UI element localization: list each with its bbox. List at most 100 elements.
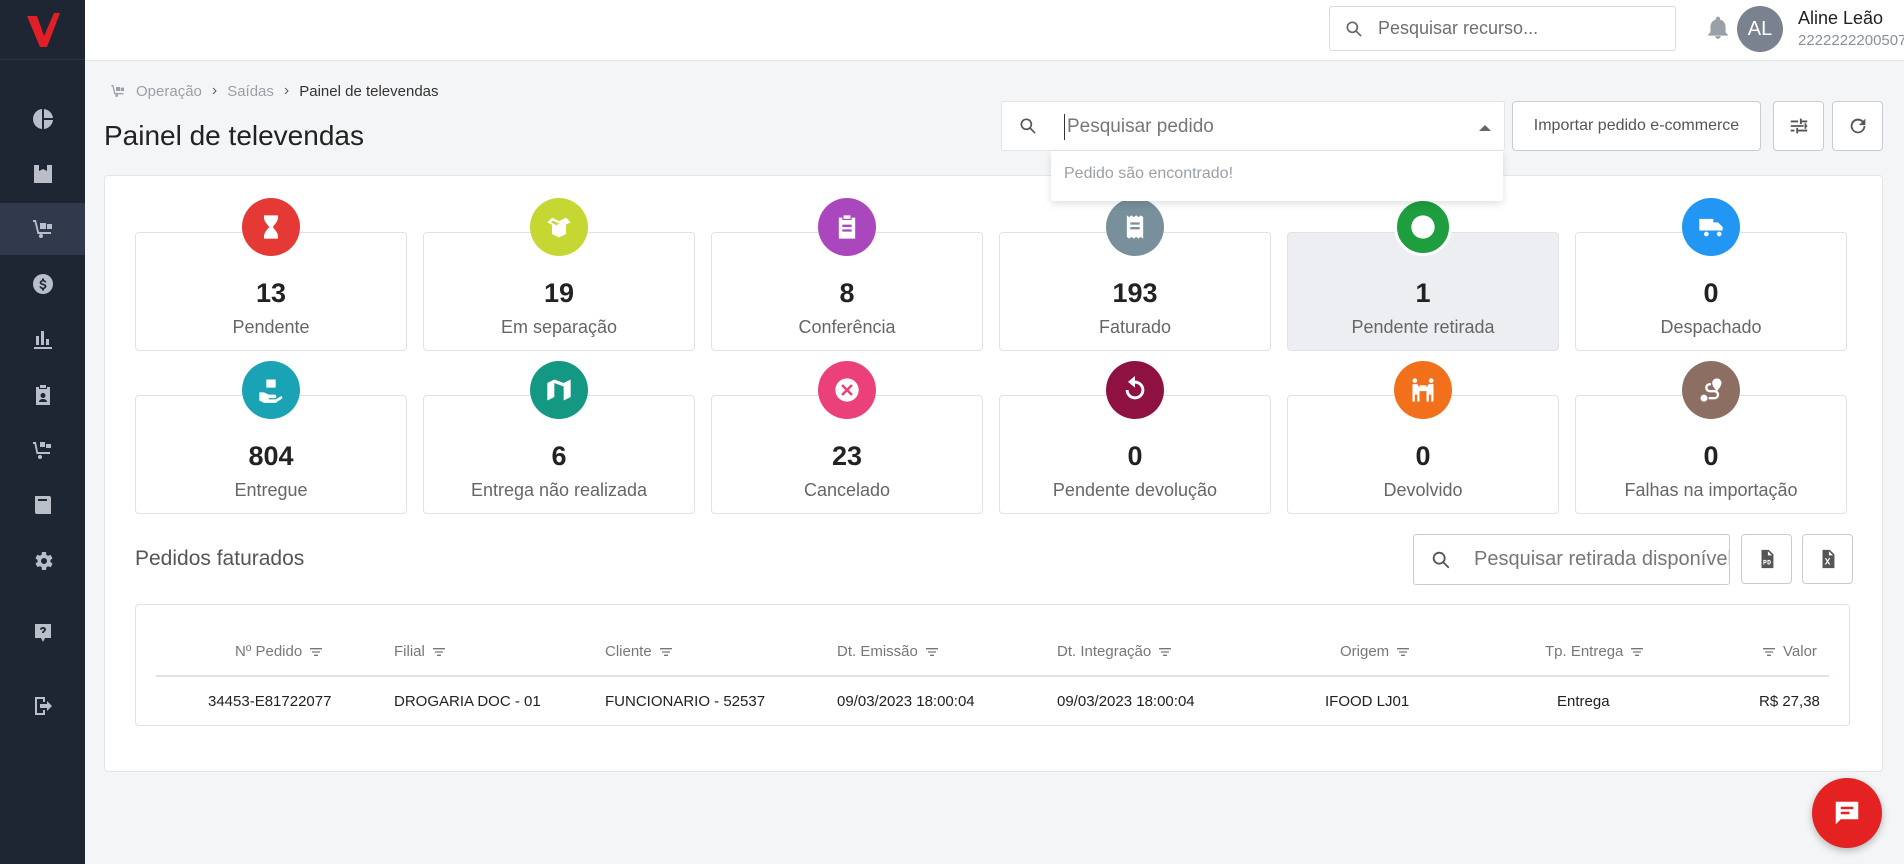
export-pdf-button[interactable] (1741, 534, 1792, 584)
stat-count: 0 (1703, 441, 1719, 471)
stat-em-separacao[interactable]: 19 Em separação (423, 198, 695, 351)
cell-origem: IFOOD LJ01 (1325, 693, 1410, 710)
map-icon (547, 379, 571, 401)
hourglass-icon (264, 215, 278, 239)
stat-label: Pendente retirada (1351, 317, 1495, 337)
filter-icon (1763, 647, 1775, 656)
people-carry-icon (1412, 378, 1434, 402)
file-pdf-icon (1761, 549, 1773, 569)
stat-pendente-devolucao[interactable]: 0 Pendente devolução (999, 361, 1271, 514)
nav-help[interactable] (0, 607, 85, 659)
stat-falhas-importacao[interactable]: 0 Falhas na importação (1575, 361, 1847, 514)
breadcrumb-operacao[interactable]: Operação (136, 83, 202, 100)
filter-settings-button[interactable] (1773, 101, 1824, 151)
column-header-valor[interactable]: Valor (1761, 643, 1817, 660)
search-icon (1432, 551, 1450, 568)
pie-chart-icon (32, 109, 53, 129)
column-header-filial[interactable]: Filial (394, 643, 447, 660)
nav-operation[interactable] (0, 203, 85, 255)
stat-count: 804 (248, 441, 294, 471)
truck-loading-icon (32, 442, 51, 459)
export-excel-button[interactable] (1802, 534, 1853, 584)
undo-icon (1125, 376, 1145, 400)
chevron-up-icon[interactable] (1479, 125, 1491, 131)
filter-icon (1631, 647, 1644, 656)
cell-pedido: 34453-E81722077 (208, 693, 332, 710)
column-header-pedido[interactable]: Nº Pedido (235, 643, 324, 660)
stat-count: 8 (839, 278, 855, 308)
column-header-cliente[interactable]: Cliente (605, 643, 674, 660)
nav-reports[interactable] (0, 314, 85, 366)
column-header-origem[interactable]: Origem (1340, 643, 1411, 660)
stat-icon-circle (1682, 361, 1740, 419)
stat-entregue[interactable]: 804 Entregue (135, 361, 407, 514)
user-name[interactable]: Aline Leão (1798, 8, 1883, 29)
column-header-label: Nº Pedido (235, 643, 303, 660)
box-icon (33, 165, 52, 183)
resource-search[interactable] (1329, 6, 1676, 51)
nav-registrations[interactable] (0, 369, 85, 421)
column-header-dt-emissao[interactable]: Dt. Emissão (837, 643, 940, 660)
nav-shipping[interactable] (0, 424, 85, 476)
cell-dt-emissao: 09/03/2023 18:00:04 (837, 693, 975, 710)
column-header-label: Tp. Entrega (1545, 643, 1624, 660)
stat-despachado[interactable]: 0 Despachado (1575, 198, 1847, 351)
column-header-tp-entrega[interactable]: Tp. Entrega (1545, 643, 1645, 660)
search-icon (1346, 21, 1362, 37)
page-title: Painel de televendas (104, 120, 364, 151)
logo-icon (26, 12, 60, 47)
resource-search-input[interactable] (1378, 18, 1658, 39)
refresh-icon (1850, 118, 1865, 134)
nav-inventory[interactable] (0, 148, 85, 200)
nav-settings[interactable] (0, 535, 85, 587)
import-ecommerce-button[interactable]: Importar pedido e-commerce (1512, 101, 1761, 151)
stat-pendente-retirada[interactable]: 1 Pendente retirada (1287, 198, 1559, 351)
stat-icon-circle (1394, 361, 1452, 419)
stat-icon-circle (530, 361, 588, 419)
nav-finance[interactable] (0, 258, 85, 310)
x-circle-icon (835, 378, 859, 402)
filter-icon (1159, 647, 1172, 656)
stat-icon-circle (1394, 198, 1452, 256)
filter-icon (432, 647, 445, 656)
stat-count: 6 (551, 441, 567, 471)
box-open-icon (547, 217, 571, 238)
breadcrumb-saidas[interactable]: Saídas (227, 83, 274, 100)
stat-devolvido[interactable]: 0 Devolvido (1287, 361, 1559, 514)
stat-cancelado[interactable]: 23 Cancelado (711, 361, 983, 514)
stat-label: Entrega não realizada (470, 480, 648, 500)
receipt-icon (1126, 215, 1144, 239)
brand-logo[interactable] (0, 0, 85, 60)
stat-faturado[interactable]: 193 Faturado (999, 198, 1271, 351)
search-icon (1020, 118, 1036, 134)
column-header-label: Dt. Integração (1057, 643, 1152, 660)
table-header-divider (156, 675, 1829, 677)
stat-conferencia[interactable]: 8 Conferência (711, 198, 983, 351)
pickup-search[interactable] (1413, 534, 1730, 585)
stat-label: Faturado (1098, 317, 1172, 337)
column-header-dt-integracao[interactable]: Dt. Integração (1057, 643, 1173, 660)
order-search[interactable] (1001, 101, 1505, 151)
stat-icon-circle (818, 198, 876, 256)
file-excel-icon (1822, 549, 1834, 569)
nav-catalog[interactable] (0, 479, 85, 531)
stat-label: Pendente devolução (1052, 480, 1218, 500)
nav-logout[interactable] (0, 680, 85, 732)
pickup-search-input[interactable] (1474, 548, 1729, 571)
order-search-input[interactable] (1064, 114, 1464, 140)
refresh-button[interactable] (1832, 101, 1883, 151)
dolly-icon (32, 220, 52, 238)
book-icon (34, 496, 51, 514)
stat-icon-circle (242, 361, 300, 419)
stat-pendente[interactable]: 13 Pendente (135, 198, 407, 351)
avatar[interactable]: AL (1737, 6, 1783, 52)
nav-dashboard[interactable] (0, 93, 85, 145)
chat-button[interactable] (1812, 778, 1882, 848)
chevron-right-icon: › (211, 82, 218, 99)
notification-bell-icon[interactable] (1705, 15, 1731, 41)
breadcrumb: Operação › Saídas › Painel de televendas (110, 82, 439, 100)
column-header-label: Cliente (605, 643, 652, 660)
cell-filial: DROGARIA DOC - 01 (394, 693, 541, 710)
stat-entrega-nao-realizada[interactable]: 6 Entrega não realizada (423, 361, 695, 514)
stat-icon-circle (530, 198, 588, 256)
